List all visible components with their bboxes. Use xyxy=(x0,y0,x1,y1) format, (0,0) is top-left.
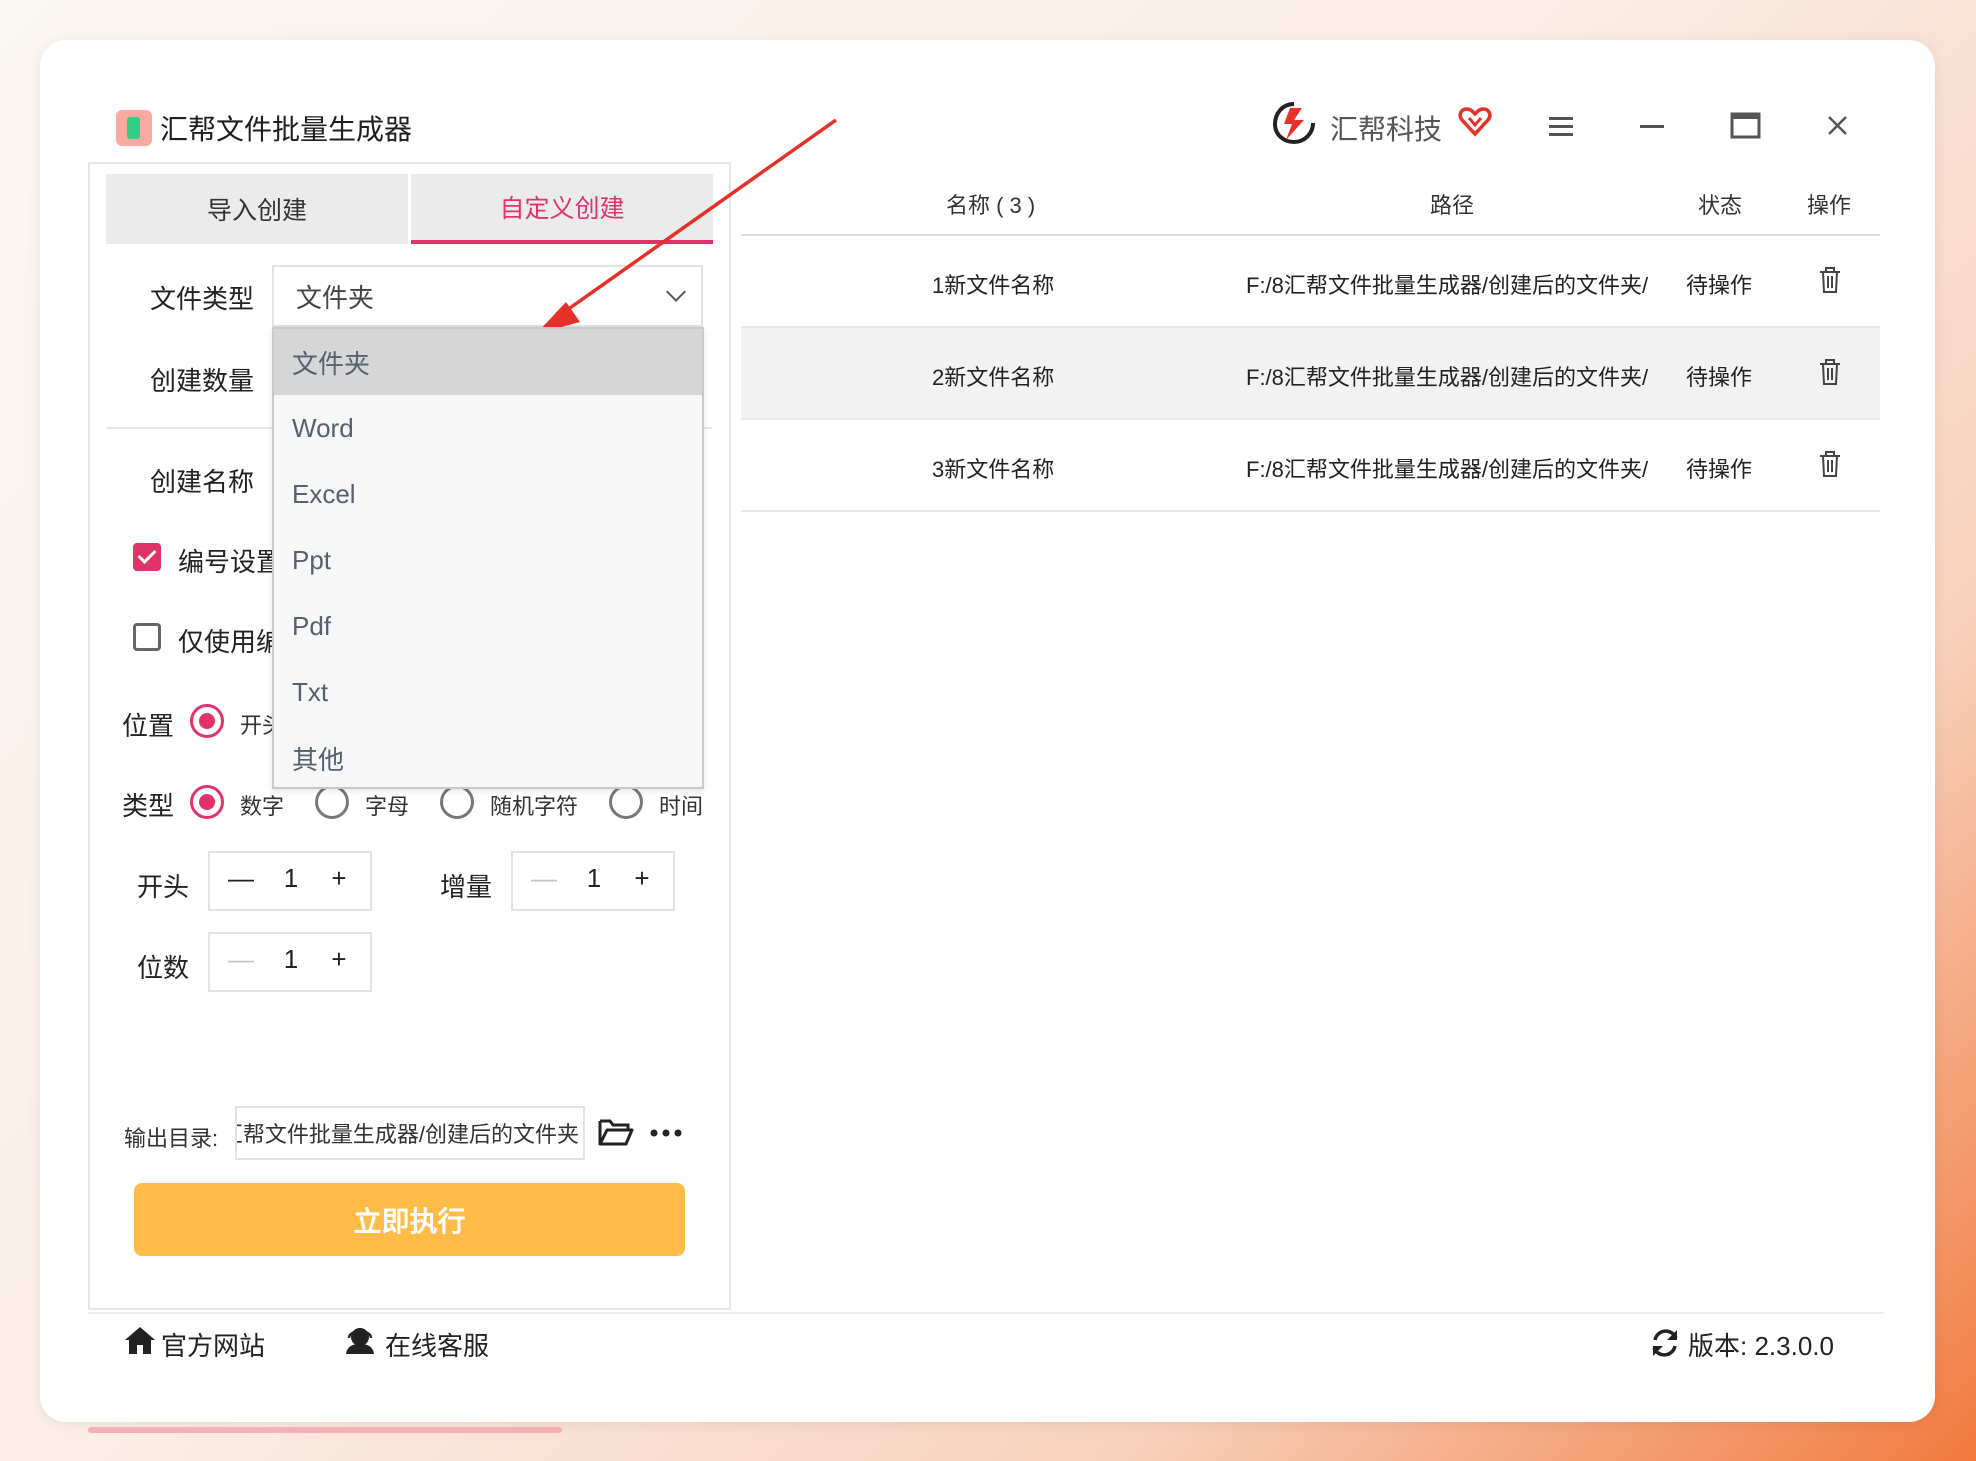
minus-icon[interactable]: — xyxy=(226,944,256,975)
increment-value: 1 xyxy=(586,863,602,893)
plus-icon[interactable]: + xyxy=(324,944,354,975)
dropdown-option-other[interactable]: 其他 xyxy=(274,725,702,791)
count-label: 创建数量 xyxy=(150,366,255,396)
type-number-radio[interactable] xyxy=(190,785,224,819)
trash-icon[interactable] xyxy=(1818,450,1842,478)
dropdown-option-ppt[interactable]: Ppt xyxy=(274,527,702,593)
vip-heart-icon[interactable] xyxy=(1458,106,1492,138)
footer-divider xyxy=(88,1312,1884,1314)
type-time-label: 时间 xyxy=(659,794,704,819)
official-website-link[interactable]: 官方网站 xyxy=(161,1326,265,1363)
home-icon[interactable] xyxy=(124,1325,156,1355)
position-label: 位置 xyxy=(122,711,175,741)
tab-import-label: 导入创建 xyxy=(206,197,307,225)
start-label: 开头 xyxy=(137,872,190,902)
more-icon[interactable] xyxy=(650,1128,682,1138)
only-number-label: 仅使用编 xyxy=(178,627,283,657)
dropdown-option-pdf[interactable]: Pdf xyxy=(274,593,702,659)
only-number-checkbox[interactable] xyxy=(133,623,161,651)
position-start-radio[interactable] xyxy=(190,704,224,738)
online-support-link[interactable]: 在线客服 xyxy=(385,1326,489,1363)
brand-name: 汇帮科技 xyxy=(1330,114,1443,145)
row-status: 待操作 xyxy=(1686,273,1753,298)
row-path: F:/8汇帮文件批量生成器/创建后的文件夹/ xyxy=(1246,457,1649,482)
row-status: 待操作 xyxy=(1686,365,1753,390)
horizontal-scrollbar[interactable] xyxy=(88,1427,562,1433)
digits-label: 位数 xyxy=(137,953,190,983)
app-logo-icon xyxy=(116,110,152,146)
plus-icon[interactable]: + xyxy=(627,863,657,894)
tab-import-create[interactable]: 导入创建 xyxy=(106,174,408,244)
row-path: F:/8汇帮文件批量生成器/创建后的文件夹/ xyxy=(1246,365,1649,390)
digits-value: 1 xyxy=(283,944,299,974)
customer-service-icon[interactable] xyxy=(344,1325,376,1355)
numbering-label: 编号设置 xyxy=(178,547,283,577)
trash-icon[interactable] xyxy=(1818,266,1842,294)
dropdown-option-folder[interactable]: 文件夹 xyxy=(274,329,702,395)
column-header-action: 操作 xyxy=(1807,193,1852,218)
type-number-label: 数字 xyxy=(240,794,285,819)
dropdown-option-txt[interactable]: Txt xyxy=(274,659,702,725)
file-type-label: 文件类型 xyxy=(150,284,255,314)
name-label: 创建名称 xyxy=(150,467,255,497)
start-value: 1 xyxy=(283,863,299,893)
increment-label: 增量 xyxy=(440,872,493,902)
minimize-icon[interactable] xyxy=(1640,124,1666,130)
type-letter-label: 字母 xyxy=(365,794,410,819)
table-row[interactable]: 2新文件名称 F:/8汇帮文件批量生成器/创建后的文件夹/ 待操作 xyxy=(741,328,1880,420)
folder-open-icon[interactable] xyxy=(598,1117,634,1147)
trash-icon[interactable] xyxy=(1818,358,1842,386)
tab-custom-label: 自定义创建 xyxy=(499,195,625,223)
type-label: 类型 xyxy=(122,791,175,821)
row-name: 1新文件名称 xyxy=(932,273,1055,298)
column-header-path: 路径 xyxy=(1430,193,1475,218)
table-row[interactable]: 1新文件名称 F:/8汇帮文件批量生成器/创建后的文件夹/ 待操作 xyxy=(741,236,1880,328)
file-type-select[interactable]: 文件夹 xyxy=(272,265,703,327)
row-status: 待操作 xyxy=(1686,457,1753,482)
output-path-value: 汇帮文件批量生成器/创建后的文件夹 xyxy=(235,1122,579,1147)
type-random-label: 随机字符 xyxy=(490,794,579,819)
maximize-icon[interactable] xyxy=(1730,112,1762,140)
row-path: F:/8汇帮文件批量生成器/创建后的文件夹/ xyxy=(1246,273,1649,298)
plus-icon[interactable]: + xyxy=(324,863,354,894)
column-header-name: 名称 ( 3 ) xyxy=(946,193,1036,218)
file-type-value: 文件夹 xyxy=(296,282,375,313)
numbering-checkbox[interactable] xyxy=(133,543,161,571)
run-now-button[interactable]: 立即执行 xyxy=(134,1183,685,1256)
table-row[interactable]: 3新文件名称 F:/8汇帮文件批量生成器/创建后的文件夹/ 待操作 xyxy=(741,420,1880,512)
tab-custom-create[interactable]: 自定义创建 xyxy=(411,174,713,244)
output-label: 输出目录: xyxy=(124,1126,219,1151)
start-stepper[interactable]: — 1 + xyxy=(208,851,372,911)
minus-icon[interactable]: — xyxy=(226,863,256,894)
row-name: 3新文件名称 xyxy=(932,457,1055,482)
close-icon[interactable] xyxy=(1826,114,1850,138)
menu-icon[interactable] xyxy=(1548,114,1574,138)
column-header-status: 状态 xyxy=(1698,193,1743,218)
dropdown-option-excel[interactable]: Excel xyxy=(274,461,702,527)
version-label: 版本: 2.3.0.0 xyxy=(1688,1331,1834,1361)
dropdown-option-word[interactable]: Word xyxy=(274,395,702,461)
output-path-input[interactable]: 汇帮文件批量生成器/创建后的文件夹 xyxy=(235,1106,585,1160)
refresh-icon[interactable] xyxy=(1650,1328,1680,1358)
minus-icon[interactable]: — xyxy=(529,863,559,894)
app-title: 汇帮文件批量生成器 xyxy=(160,114,413,145)
increment-stepper[interactable]: — 1 + xyxy=(511,851,675,911)
row-name: 2新文件名称 xyxy=(932,365,1055,390)
digits-stepper[interactable]: — 1 + xyxy=(208,932,372,992)
file-type-dropdown: 文件夹 Word Excel Ppt Pdf Txt 其他 xyxy=(272,327,704,789)
brand-logo-icon xyxy=(1272,102,1315,144)
chevron-down-icon xyxy=(666,282,686,302)
